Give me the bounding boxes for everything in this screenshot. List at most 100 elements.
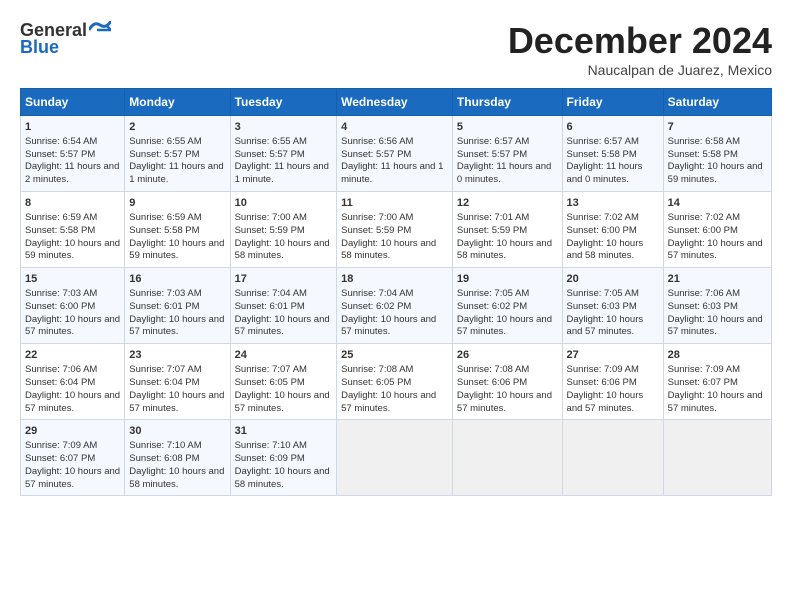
list-item (337, 420, 453, 496)
day-number: 16 (129, 272, 225, 287)
day-number: 5 (457, 120, 558, 135)
col-monday: Monday (125, 89, 230, 116)
day-number: 13 (567, 196, 659, 211)
list-item: 16Sunrise: 7:03 AM Sunset: 6:01 PM Dayligh… (125, 268, 230, 344)
col-tuesday: Tuesday (230, 89, 337, 116)
sunrise-text: Sunrise: 7:07 AM (129, 364, 201, 375)
daylight-text: Daylight: 10 hours and 57 minutes. (457, 390, 552, 414)
logo: General Blue (20, 20, 111, 58)
sunset-text: Sunset: 5:57 PM (341, 149, 411, 160)
sunset-text: Sunset: 6:05 PM (341, 377, 411, 388)
list-item: 29Sunrise: 7:09 AMSunset: 6:07 PMDayligh… (21, 420, 125, 496)
sunrise-text: Sunrise: 7:05 AM (457, 288, 529, 299)
sunrise-text: Sunrise: 7:00 AM (341, 212, 413, 223)
sunrise-text: Sunrise: 7:10 AM (129, 440, 201, 451)
sunrise-text: Sunrise: 7:09 AM (25, 440, 97, 451)
sunrise-text: Sunrise: 7:08 AM (341, 364, 413, 375)
table-row: 29Sunrise: 7:09 AMSunset: 6:07 PMDayligh… (21, 420, 772, 496)
day-number: 1 (25, 120, 120, 135)
list-item: 3Sunrise: 6:55 AMSunset: 5:57 PMDaylight… (230, 116, 337, 192)
daylight-text: Daylight: 10 hours and 57 minutes. (567, 314, 644, 338)
list-item: 19Sunrise: 7:05 AMSunset: 6:02 PMDayligh… (452, 268, 562, 344)
daylight-text: Daylight: 10 hours and 58 minutes. (129, 466, 224, 490)
list-item: 6Sunrise: 6:57 AMSunset: 5:58 PMDaylight… (562, 116, 663, 192)
list-item: 24Sunrise: 7:07 AMSunset: 6:05 PMDayligh… (230, 344, 337, 420)
list-item (562, 420, 663, 496)
daylight-text: Daylight: 10 hours and 57 minutes. (129, 390, 224, 414)
sunset-text: Sunset: 6:01 PM (129, 301, 199, 312)
sunset-text: Sunset: 6:08 PM (129, 453, 199, 464)
daylight-text: Daylight: 10 hours and 57 minutes. (25, 314, 120, 338)
list-item: 15Sunrise: 7:03 AMSunset: 6:00 PMDayligh… (21, 268, 125, 344)
daylight-text: Daylight: 10 hours and 58 minutes. (235, 466, 330, 490)
daylight-text: Daylight: 11 hours and 1 minute. (341, 161, 443, 185)
day-number: 11 (341, 196, 448, 211)
sunrise-text: Sunrise: 7:02 AM (668, 212, 740, 223)
daylight-text: Daylight: 10 hours and 57 minutes. (668, 238, 763, 262)
day-number: 19 (457, 272, 558, 287)
title-section: December 2024 Naucalpan de Juarez, Mexic… (508, 20, 772, 78)
list-item: 31Sunrise: 7:10 AMSunset: 6:09 PMDayligh… (230, 420, 337, 496)
list-item: 4Sunrise: 6:56 AMSunset: 5:57 PMDaylight… (337, 116, 453, 192)
list-item: 28Sunrise: 7:09 AMSunset: 6:07 PMDayligh… (663, 344, 771, 420)
day-number: 4 (341, 120, 448, 135)
sunset-text: Sunset: 6:00 PM (25, 301, 95, 312)
sunset-text: Sunset: 6:03 PM (567, 301, 637, 312)
header: General Blue December 2024 Naucalpan de … (20, 20, 772, 78)
sunrise-text: Sunrise: 6:59 AM (25, 212, 97, 223)
sunset-text: Sunset: 6:09 PM (235, 453, 305, 464)
list-item: 5Sunrise: 6:57 AMSunset: 5:57 PMDaylight… (452, 116, 562, 192)
list-item (452, 420, 562, 496)
day-number: 20 (567, 272, 659, 287)
list-item: 2Sunrise: 6:55 AMSunset: 5:57 PMDaylight… (125, 116, 230, 192)
sunset-text: Sunset: 6:07 PM (668, 377, 738, 388)
sunset-text: Sunset: 5:57 PM (25, 149, 95, 160)
day-number: 14 (668, 196, 767, 211)
list-item: 9Sunrise: 6:59 AMSunset: 5:58 PMDaylight… (125, 192, 230, 268)
day-number: 24 (235, 348, 333, 363)
list-item: 1Sunrise: 6:54 AMSunset: 5:57 PMDaylight… (21, 116, 125, 192)
sunset-text: Sunset: 5:59 PM (457, 225, 527, 236)
col-wednesday: Wednesday (337, 89, 453, 116)
sunrise-text: Sunrise: 6:58 AM (668, 136, 740, 147)
list-item: 10Sunrise: 7:00 AMSunset: 5:59 PMDayligh… (230, 192, 337, 268)
col-sunday: Sunday (21, 89, 125, 116)
list-item: 25Sunrise: 7:08 AMSunset: 6:05 PMDayligh… (337, 344, 453, 420)
daylight-text: Daylight: 10 hours and 57 minutes. (25, 466, 120, 490)
daylight-text: Daylight: 10 hours and 58 minutes. (341, 238, 436, 262)
daylight-text: Daylight: 11 hours and 1 minute. (235, 161, 329, 185)
day-number: 22 (25, 348, 120, 363)
sunset-text: Sunset: 6:00 PM (668, 225, 738, 236)
day-number: 30 (129, 424, 225, 439)
daylight-text: Daylight: 10 hours and 58 minutes. (235, 238, 330, 262)
daylight-text: Daylight: 10 hours and 57 minutes. (235, 390, 330, 414)
sunrise-text: Sunrise: 7:06 AM (668, 288, 740, 299)
day-number: 12 (457, 196, 558, 211)
day-number: 7 (668, 120, 767, 135)
day-number: 31 (235, 424, 333, 439)
sunrise-text: Sunrise: 6:55 AM (235, 136, 307, 147)
sunrise-text: Sunrise: 7:09 AM (567, 364, 639, 375)
sunset-text: Sunset: 5:59 PM (235, 225, 305, 236)
sunrise-text: Sunrise: 7:06 AM (25, 364, 97, 375)
sunrise-text: Sunrise: 7:04 AM (341, 288, 413, 299)
sunset-text: Sunset: 5:57 PM (235, 149, 305, 160)
sunset-text: Sunset: 6:02 PM (457, 301, 527, 312)
sunrise-text: Sunrise: 7:07 AM (235, 364, 307, 375)
sunset-text: Sunset: 5:59 PM (341, 225, 411, 236)
sunrise-text: Sunrise: 7:03 AM (129, 288, 201, 299)
day-number: 2 (129, 120, 225, 135)
table-row: 22Sunrise: 7:06 AMSunset: 6:04 PMDayligh… (21, 344, 772, 420)
sunset-text: Sunset: 5:58 PM (129, 225, 199, 236)
sunset-text: Sunset: 5:58 PM (25, 225, 95, 236)
day-number: 15 (25, 272, 120, 287)
list-item: 12Sunrise: 7:01 AMSunset: 5:59 PMDayligh… (452, 192, 562, 268)
list-item: 23Sunrise: 7:07 AMSunset: 6:04 PMDayligh… (125, 344, 230, 420)
sunset-text: Sunset: 6:06 PM (567, 377, 637, 388)
list-item: 20Sunrise: 7:05 AMSunset: 6:03 PMDayligh… (562, 268, 663, 344)
sunset-text: Sunset: 6:00 PM (567, 225, 637, 236)
sunset-text: Sunset: 6:01 PM (235, 301, 305, 312)
daylight-text: Daylight: 10 hours and 57 minutes. (129, 314, 224, 338)
day-number: 17 (235, 272, 333, 287)
list-item: 27Sunrise: 7:09 AMSunset: 6:06 PMDayligh… (562, 344, 663, 420)
